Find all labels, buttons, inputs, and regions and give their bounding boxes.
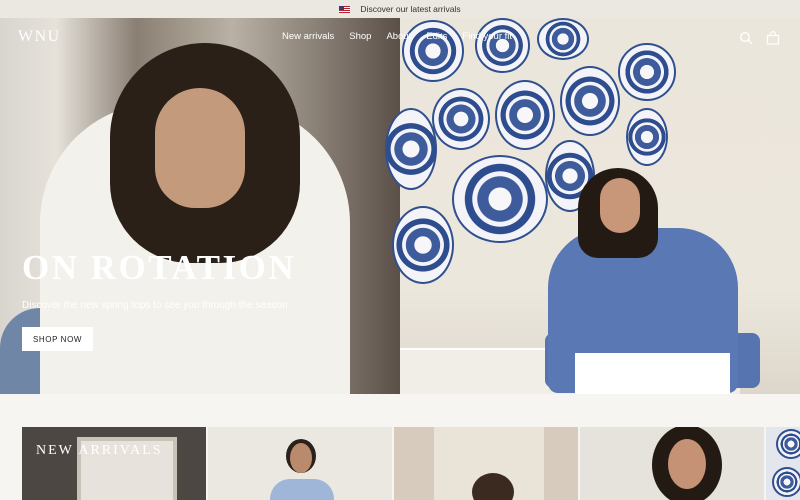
hero-title: ON ROTATION: [22, 248, 297, 287]
decorative-plate: [626, 108, 668, 166]
announcement-text[interactable]: Discover our latest arrivals: [360, 4, 460, 14]
category-card[interactable]: [394, 427, 578, 500]
category-card-new-arrivals[interactable]: NEW ARRIVALS: [22, 427, 206, 500]
category-card[interactable]: [580, 427, 764, 500]
card-model-face: [668, 439, 706, 489]
decorative-plate: [432, 88, 490, 150]
main-nav: New arrivals Shop About Edits Find your …: [282, 31, 512, 42]
decorative-plate: [495, 80, 555, 150]
category-cards: NEW ARRIVALS: [22, 427, 800, 500]
decorative-plate: [452, 155, 548, 243]
shop-now-button[interactable]: SHOP NOW: [22, 327, 93, 351]
model-face: [155, 88, 245, 208]
category-card-partial[interactable]: [766, 427, 800, 500]
hero-banner[interactable]: [0, 18, 800, 394]
card-model-shirt: [270, 479, 334, 500]
card-model-face: [290, 443, 312, 473]
hero-subtitle: Discover the new spring tops to see you …: [22, 300, 288, 311]
model-right-trousers: [575, 353, 730, 394]
decorative-plate: [385, 108, 437, 190]
bag-icon[interactable]: [766, 31, 780, 45]
nav-shop[interactable]: Shop: [349, 31, 371, 42]
nav-edits[interactable]: Edits: [426, 31, 447, 42]
us-flag-icon[interactable]: [339, 5, 351, 13]
announcement-bar[interactable]: Discover our latest arrivals: [0, 0, 800, 18]
decorative-plate: [475, 18, 530, 73]
decorative-plate: [772, 467, 800, 497]
nav-new-arrivals[interactable]: New arrivals: [282, 31, 334, 42]
decorative-plate: [776, 429, 800, 459]
search-icon[interactable]: [739, 31, 753, 45]
decorative-plate: [537, 18, 589, 60]
decorative-plate: [618, 43, 676, 101]
nav-find-your-fit[interactable]: Find your fit: [462, 31, 512, 42]
model-right-face: [600, 178, 640, 233]
decorative-plate: [402, 20, 464, 82]
site-logo[interactable]: WNU: [18, 28, 61, 46]
category-card[interactable]: [208, 427, 392, 500]
decorative-plate: [392, 206, 454, 284]
decorative-plate: [560, 66, 620, 136]
nav-about[interactable]: About: [386, 31, 411, 42]
category-card-title: NEW ARRIVALS: [36, 443, 163, 458]
